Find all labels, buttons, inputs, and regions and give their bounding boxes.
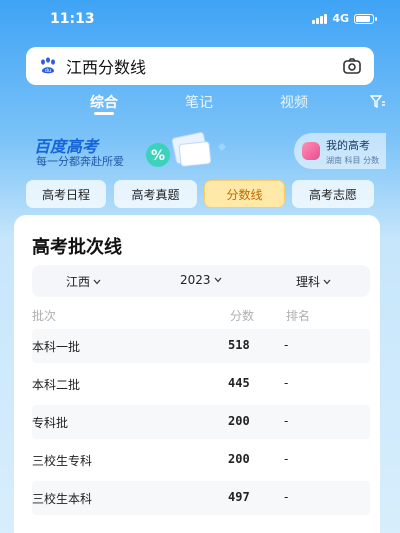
year-dropdown[interactable]: 2023	[180, 273, 222, 287]
row-batch: 本科二批	[32, 378, 81, 392]
subject-dropdown[interactable]: 理科	[296, 273, 331, 290]
batch-line-card: 高考批次线 江西 2023 理科 批次 分数 排名 本科一批 518 - 本科二…	[14, 215, 380, 533]
row-rank: -	[284, 452, 289, 466]
my-exam-icon	[302, 142, 320, 160]
row-batch: 专科批	[32, 416, 69, 430]
row-rank: -	[284, 490, 289, 504]
province-dropdown[interactable]: 江西	[66, 273, 101, 290]
table-row: 三校生本科 497 -	[32, 481, 370, 515]
row-score: 200	[228, 414, 250, 428]
search-bar[interactable]: du 江西分数线	[26, 47, 374, 85]
row-score: 200	[228, 452, 250, 466]
gaokao-banner[interactable]: 百度高考 每一分都奔赴所爱 % 我的高考 湖南 科目 分数	[0, 125, 400, 175]
row-rank: -	[284, 338, 289, 352]
my-exam-button[interactable]: 我的高考 湖南 科目 分数	[294, 133, 386, 169]
tab-notes[interactable]: 笔记	[185, 92, 213, 112]
province-value: 江西	[66, 275, 91, 289]
row-batch: 三校生本科	[32, 492, 93, 506]
books-illustration-icon: %	[146, 132, 226, 167]
result-tabs: 综合 笔记 视频	[0, 92, 400, 118]
chevron-down-icon	[93, 279, 101, 284]
filter-icon[interactable]	[370, 95, 386, 109]
chip-exam-schedule[interactable]: 高考日程	[26, 180, 106, 208]
network-label: 4G	[332, 12, 349, 25]
chip-applications[interactable]: 高考志愿	[292, 180, 374, 208]
search-input[interactable]: 江西分数线	[66, 54, 342, 78]
tab-comprehensive[interactable]: 综合	[90, 92, 118, 112]
svg-text:du: du	[45, 68, 51, 74]
chip-score-lines[interactable]: 分数线	[204, 180, 285, 208]
chevron-down-icon	[214, 277, 222, 283]
status-bar: 11:13 4G	[0, 0, 400, 40]
camera-icon[interactable]	[342, 56, 362, 76]
year-value: 2023	[180, 273, 211, 287]
table-row: 三校生专科 200 -	[32, 443, 370, 477]
status-time: 11:13	[50, 11, 95, 27]
row-rank: -	[284, 376, 289, 390]
subject-value: 理科	[296, 275, 321, 289]
tab-active-indicator	[94, 112, 114, 115]
header-rank: 排名	[286, 309, 311, 323]
battery-icon	[354, 13, 377, 24]
card-title: 高考批次线	[32, 237, 122, 258]
baidu-paw-icon: du	[41, 57, 55, 74]
row-score: 518	[228, 338, 250, 352]
header-batch: 批次	[32, 309, 57, 323]
filter-bar: 江西 2023 理科	[32, 265, 370, 297]
table-row: 本科二批 445 -	[32, 367, 370, 401]
tab-video[interactable]: 视频	[280, 92, 308, 112]
row-score: 497	[228, 490, 250, 504]
category-chips: 高考日程 高考真题 分数线 高考志愿	[26, 180, 374, 208]
my-exam-meta: 湖南 科目 分数	[326, 155, 380, 165]
svg-text:%: %	[151, 148, 165, 164]
row-batch: 本科一批	[32, 340, 81, 354]
table-row: 专科批 200 -	[32, 405, 370, 439]
row-rank: -	[284, 414, 289, 428]
row-batch: 三校生专科	[32, 454, 93, 468]
header-score: 分数	[230, 309, 255, 323]
chevron-down-icon	[323, 279, 331, 284]
table-row: 本科一批 518 -	[32, 329, 370, 363]
row-score: 445	[228, 376, 250, 390]
status-indicators: 4G	[312, 12, 377, 25]
chip-past-papers[interactable]: 高考真题	[114, 180, 197, 208]
signal-icon	[312, 13, 328, 24]
banner-subtitle: 每一分都奔赴所爱	[36, 155, 124, 168]
my-exam-label: 我的高考	[326, 138, 370, 152]
